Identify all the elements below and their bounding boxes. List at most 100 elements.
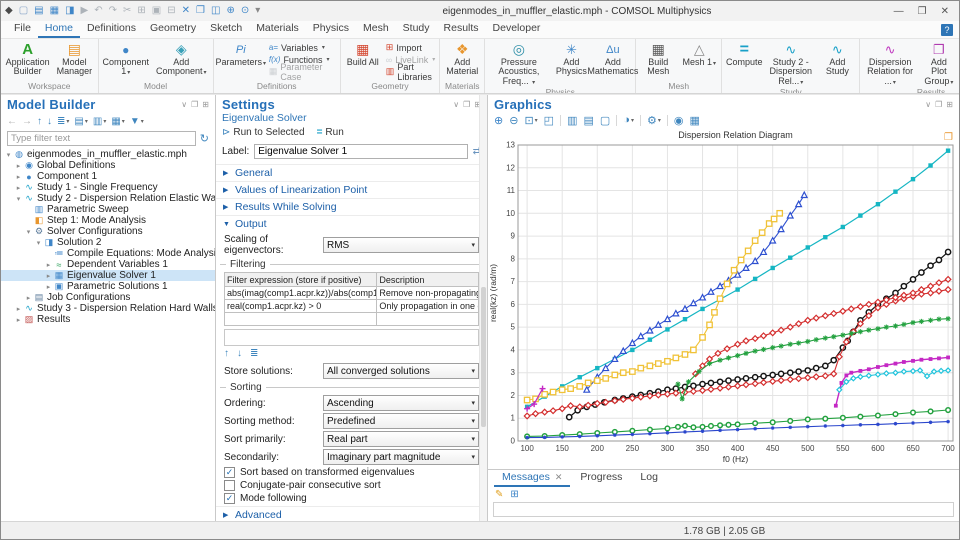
tree-item-results[interactable]: ▸▨Results	[1, 314, 215, 325]
float-icon[interactable]: ❐	[463, 100, 470, 109]
paste-icon[interactable]: ▣	[152, 6, 161, 16]
menu-tab-sketch[interactable]: Sketch	[203, 21, 249, 38]
run-button[interactable]: =Run	[317, 127, 344, 138]
expander-closed-icon[interactable]: ▸	[44, 283, 53, 291]
chevron-down-icon[interactable]: ∨	[181, 100, 187, 109]
move-down-icon[interactable]: ↓	[237, 348, 242, 359]
filter-table-row[interactable]: abs(imag(comp1.acpr.kz))/abs(comp1.acpr.…	[225, 287, 479, 300]
zoom-extents-icon[interactable]: ◰	[544, 114, 554, 127]
filter-table-empty-row[interactable]	[225, 313, 479, 326]
expander-closed-icon[interactable]: ▸	[14, 173, 23, 181]
clear-icon[interactable]: ✎	[495, 489, 503, 500]
filter-table-cell[interactable]: Only propagation in one direction	[377, 300, 479, 313]
ribbon-button-add-study[interactable]: ∿Add Study	[817, 40, 857, 78]
section-general[interactable]: ▶General	[216, 164, 487, 181]
ribbon-button-dispersion-relation[interactable]: ∿Dispersion Relation for ...▾	[862, 40, 918, 87]
tree-item-parametric-sweep[interactable]: ▥Parametric Sweep	[1, 204, 215, 215]
tree-item-solver-configurations[interactable]: ▾⚙Solver Configurations	[1, 226, 215, 237]
menu-tab-home[interactable]: Home	[38, 21, 80, 38]
tree-item-global-definitions[interactable]: ▸◉Global Definitions	[1, 160, 215, 171]
expand-icon[interactable]: ▤▾	[74, 116, 87, 127]
print-icon[interactable]: ▦	[689, 114, 699, 127]
settings-scrollbar[interactable]	[479, 95, 487, 521]
open-icon[interactable]: ▤	[34, 6, 43, 16]
chevron-down-icon[interactable]: ∨	[453, 100, 459, 109]
snapshot-icon[interactable]: ◉	[674, 114, 684, 127]
tree-item-solution[interactable]: ▾◨Solution 2	[1, 237, 215, 248]
sortingmethod-select[interactable]: Predefined▾	[323, 413, 479, 429]
tree-item-study[interactable]: ▾∿Study 2 - Dispersion Relation Elastic …	[1, 193, 215, 204]
tree-item-parametric-solutions[interactable]: ▸▣Parametric Solutions 1	[1, 281, 215, 292]
close-tab-icon[interactable]: ✕	[555, 472, 563, 483]
tree-item-study[interactable]: ▸∿Study 3 - Dispersion Relation Hard Wal…	[1, 303, 215, 314]
menu-tab-developer[interactable]: Developer	[486, 21, 548, 38]
collapse-all-icon[interactable]: ≣▾	[57, 116, 69, 127]
tree-item-eigenvalue-solver[interactable]: ▸▦Eigenvalue Solver 1	[1, 270, 215, 281]
expander-open-icon[interactable]: ▾	[34, 239, 43, 247]
ribbon-button-variables[interactable]: a=Variables▾	[267, 42, 338, 53]
plot-canvas[interactable]: Dispersion Relation Diagram1001502002503…	[488, 129, 959, 469]
filter-col-description[interactable]: Description	[377, 273, 479, 287]
filter-col-expression[interactable]: Filter expression (store if positive)	[225, 273, 377, 287]
ribbon-button-build-mesh[interactable]: ▦Build Mesh	[638, 40, 678, 78]
menu-tab-study[interactable]: Study	[396, 21, 437, 38]
plot-window-icon[interactable]: ❐	[944, 132, 953, 143]
float-icon[interactable]: ❐	[191, 100, 198, 109]
expander-closed-icon[interactable]: ▸	[44, 272, 53, 280]
window-icon[interactable]: ❐	[196, 6, 205, 16]
copy-icon[interactable]: ⊞	[137, 6, 145, 16]
tree-item-dependent-variables[interactable]: ▸≈Dependent Variables 1	[1, 259, 215, 270]
ribbon-button-add-plot-group[interactable]: ❐Add Plot Group▾	[919, 40, 959, 87]
store-solutions-select[interactable]: All converged solutions▾	[323, 363, 479, 379]
table-icon[interactable]: ◫	[211, 6, 220, 16]
ribbon-button-compute[interactable]: =Compute	[724, 40, 764, 68]
scaling-select[interactable]: RMS▾	[323, 237, 479, 253]
forward-icon[interactable]: →	[22, 116, 32, 127]
menu-tab-file[interactable]: File	[7, 21, 38, 38]
light-icon[interactable]: ◑▾	[623, 114, 634, 126]
plot-settings-icon[interactable]: ⚙▾	[647, 114, 661, 127]
grid-icon[interactable]: ⊞	[202, 100, 209, 109]
chevron-down-icon[interactable]: ∨	[925, 100, 931, 109]
duplicate-icon[interactable]: ⊟	[167, 6, 175, 16]
ribbon-button-add-mathematics[interactable]: ΔuAdd Mathematics	[592, 40, 633, 78]
zoom-in-icon[interactable]: ⊕	[226, 6, 234, 16]
ribbon-button-component[interactable]: ●Component 1▾	[101, 40, 151, 78]
section-results-while-solving[interactable]: ▶Results While Solving	[216, 198, 487, 215]
grid-icon[interactable]: ⊞	[946, 100, 953, 109]
ribbon-button-add-component[interactable]: ◈Add Component▾	[152, 40, 211, 78]
back-icon[interactable]: ←	[7, 116, 17, 127]
tree-item-study[interactable]: ▸∿Study 1 - Single Frequency	[1, 182, 215, 193]
zoom-doc-icon[interactable]: ⊙	[241, 6, 249, 16]
comsol-logo-icon[interactable]: ◆	[5, 6, 13, 16]
expander-closed-icon[interactable]: ▸	[14, 184, 23, 192]
filter-table-row[interactable]: real(comp1.acpr.kz) > 0Only propagation …	[225, 300, 479, 313]
axis-grid-icon[interactable]: ▤	[583, 114, 593, 127]
ribbon-button-application-builder[interactable]: AApplication Builder	[3, 40, 52, 78]
model-tree-icon[interactable]: ▥▾	[93, 116, 106, 127]
expander-open-icon[interactable]: ▾	[4, 151, 13, 159]
menu-tab-mesh[interactable]: Mesh	[356, 21, 396, 38]
checkbox-checked[interactable]: ✓	[224, 493, 235, 504]
tree-item-component[interactable]: ▸●Component 1	[1, 171, 215, 182]
run-to-selected-button[interactable]: ⊳Run to Selected	[222, 127, 305, 138]
preview-icon[interactable]: ◨	[65, 6, 74, 16]
filter-table-cell[interactable]: abs(imag(comp1.acpr.kz))/abs(comp1.acpr.…	[225, 287, 377, 300]
ribbon-button-mesh-1[interactable]: △Mesh 1▾	[679, 40, 719, 68]
move-up-icon[interactable]: ↑	[224, 348, 229, 359]
expander-closed-icon[interactable]: ▸	[14, 316, 23, 324]
scrollbar-thumb[interactable]	[481, 287, 486, 428]
expander-open-icon[interactable]: ▾	[14, 195, 23, 203]
tree-item-job-configurations[interactable]: ▸▤Job Configurations	[1, 292, 215, 303]
label-input[interactable]	[254, 144, 467, 159]
more-icon[interactable]: ▾	[255, 6, 260, 16]
tab-log[interactable]: Log	[632, 470, 666, 487]
ribbon-button-build-all[interactable]: ▦Build All	[343, 40, 383, 68]
expander-open-icon[interactable]: ▾	[24, 228, 33, 236]
tab-messages[interactable]: Messages✕	[494, 470, 570, 487]
section-output[interactable]: ▼Output	[216, 215, 487, 232]
ribbon-button-livelink[interactable]: ∞LiveLink▾	[384, 54, 437, 65]
tab-progress[interactable]: Progress	[572, 470, 630, 487]
expander-closed-icon[interactable]: ▸	[14, 162, 23, 170]
table-menu-icon[interactable]: ≣	[250, 348, 258, 359]
